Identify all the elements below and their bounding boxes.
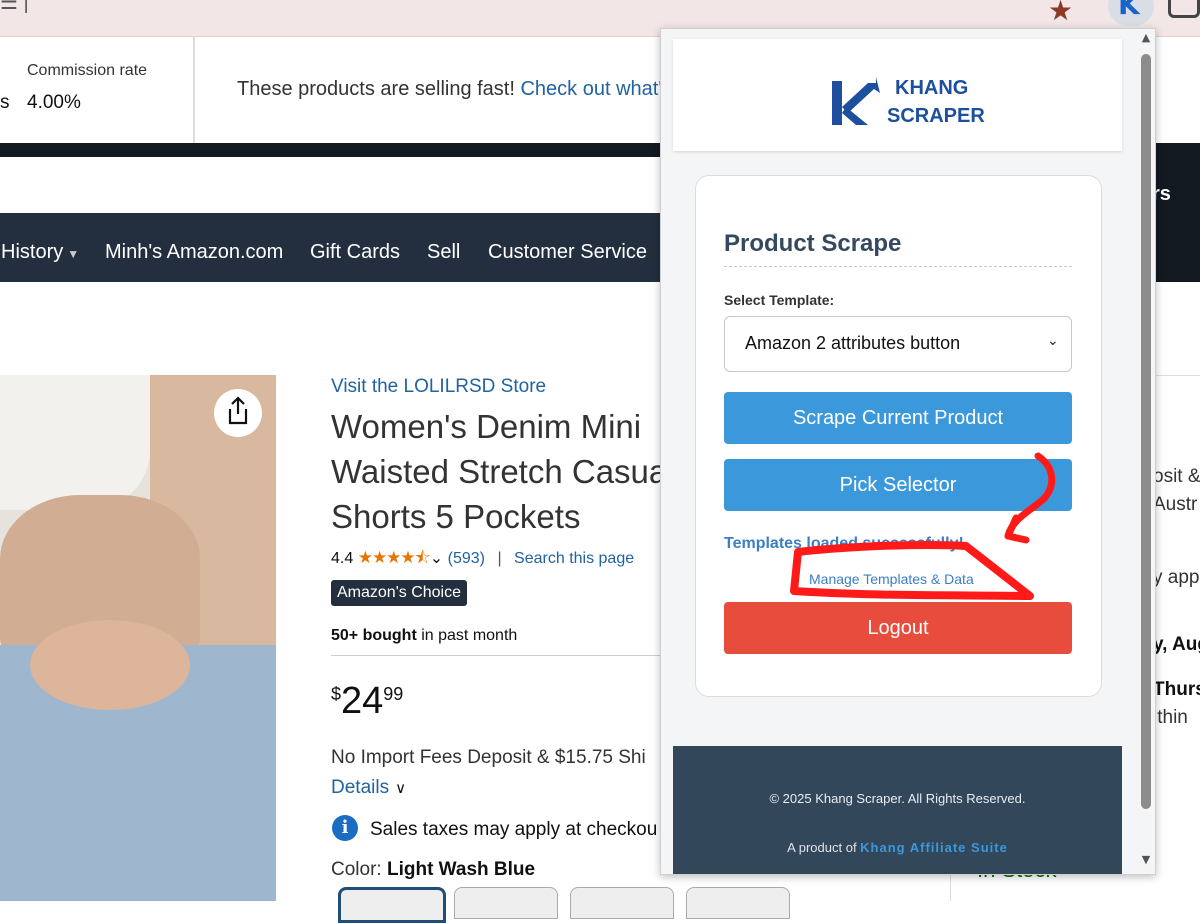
affiliate-suite-link[interactable]: Khang Affiliate Suite	[860, 840, 1008, 855]
selling-fast-text: These products are selling fast!	[237, 78, 521, 100]
chevron-down-icon: ▼	[67, 247, 80, 261]
popup-footer: © 2025 Khang Scraper. All Rights Reserve…	[673, 746, 1122, 874]
manage-templates-link[interactable]: Manage Templates & Data	[809, 571, 974, 587]
rating-row: 4.4 ★★★★⯪⌄ (593) | Search this page	[331, 545, 634, 574]
color-swatch[interactable]	[686, 887, 790, 919]
extensions-puzzle-icon[interactable]	[1168, 0, 1200, 18]
card-title: Product Scrape	[724, 230, 902, 257]
visit-store-link[interactable]: Visit the LOLILRSD Store	[331, 376, 546, 398]
product-title-line: Women's Denim Mini	[331, 408, 642, 445]
search-this-page-link[interactable]: Search this page	[514, 550, 634, 567]
address-bar-fragment[interactable]: ☰ |	[0, 0, 29, 15]
nav-item-history[interactable]: History ▼	[1, 241, 79, 264]
template-select[interactable]: Amazon 2 attributes button ⌄	[724, 316, 1072, 372]
commission-rate-value: 4.00%	[27, 92, 81, 113]
sales-tax-text: Sales taxes may apply at checkou	[370, 819, 658, 840]
divider	[724, 266, 1072, 267]
color-swatch[interactable]	[338, 887, 446, 923]
commission-rate-label: Commission rate	[27, 62, 148, 79]
delivery-date-fragment: Thurs	[1153, 679, 1200, 700]
nav-item-my-amazon[interactable]: Minh's Amazon.com	[105, 241, 283, 264]
color-swatch[interactable]	[454, 887, 558, 919]
khang-scraper-popup: KHANG SCRAPER Product Scrape Select Temp…	[660, 28, 1156, 875]
rating-count-link[interactable]: (593)	[448, 550, 485, 567]
color-label: Color: Light Wash Blue	[331, 859, 536, 880]
share-icon[interactable]	[226, 396, 250, 426]
import-fees-text: No Import Fees Deposit & $15.75 Shi	[331, 747, 646, 768]
product-title: Women's Denim Mini Waisted Stretch Casua…	[331, 404, 661, 539]
truncated-stat-text: s	[0, 92, 10, 113]
price: $2499	[331, 680, 404, 722]
details-link[interactable]: Details ∨	[331, 777, 406, 799]
image-region	[30, 620, 190, 710]
khang-scraper-extension-icon[interactable]: K	[1118, 0, 1140, 21]
delivery-text-fragment: Austr	[1153, 494, 1198, 515]
separator: |	[497, 550, 502, 567]
popup-header: KHANG SCRAPER	[673, 39, 1122, 151]
chevron-down-icon: ∨	[395, 780, 407, 797]
nav-item-sell[interactable]: Sell	[427, 241, 460, 264]
divider	[331, 655, 661, 656]
product-of-text: A product of Khang Affiliate Suite	[787, 840, 1008, 855]
pick-selector-button[interactable]: Pick Selector	[724, 459, 1072, 511]
logo-text: SCRAPER	[887, 105, 985, 127]
logout-button[interactable]: Logout	[724, 602, 1072, 654]
chevron-down-icon: ⌄	[1047, 333, 1059, 349]
selling-fast-link[interactable]: Check out what'	[520, 78, 662, 100]
info-icon: i	[332, 815, 358, 841]
copyright-text: © 2025 Khang Scraper. All Rights Reserve…	[769, 791, 1026, 806]
status-message: Templates loaded successfully!	[724, 535, 964, 552]
product-scrape-card: Product Scrape Select Template: Amazon 2…	[695, 175, 1102, 697]
delivery-text-fragment: osit &	[1153, 466, 1200, 487]
amazon-header-right	[1153, 143, 1200, 282]
delivery-date-fragment: y, Aug	[1153, 634, 1200, 655]
nav-item-customer-service[interactable]: Customer Service	[488, 241, 647, 264]
template-select-value: Amazon 2 attributes button	[745, 333, 961, 353]
divider	[1153, 375, 1200, 376]
rating-value: 4.4	[331, 550, 354, 567]
select-template-label: Select Template:	[724, 292, 835, 308]
product-image[interactable]	[0, 375, 276, 901]
scrape-current-product-button[interactable]: Scrape Current Product	[724, 392, 1072, 444]
star-rating-icon[interactable]: ★★★★⯪	[358, 548, 431, 568]
logo-text: KHANG	[895, 77, 969, 99]
product-title-line: Waisted Stretch Casua	[331, 453, 661, 490]
color-swatch[interactable]	[570, 887, 674, 919]
delivery-text-fragment: ithin	[1153, 707, 1188, 728]
scroll-down-icon[interactable]: ▼	[1138, 853, 1154, 866]
delivery-text-fragment: y appl	[1153, 567, 1200, 588]
bought-count: 50+ bought in past month	[331, 627, 518, 644]
nav-item-gift-cards[interactable]: Gift Cards	[310, 241, 400, 264]
scrollbar-thumb[interactable]	[1141, 54, 1151, 809]
chevron-down-icon[interactable]: ⌄	[430, 548, 443, 567]
image-region	[0, 375, 150, 510]
scroll-up-icon[interactable]: ▲	[1138, 31, 1154, 44]
bookmark-star-icon[interactable]: ★	[1048, 0, 1073, 27]
selling-fast-banner: These products are selling fast! Check o…	[237, 78, 662, 101]
product-title-line: Shorts 5 Pockets	[331, 498, 581, 535]
khang-scraper-logo-icon	[832, 77, 880, 125]
amazons-choice-badge: Amazon's Choice	[331, 580, 467, 606]
divider	[193, 37, 195, 143]
